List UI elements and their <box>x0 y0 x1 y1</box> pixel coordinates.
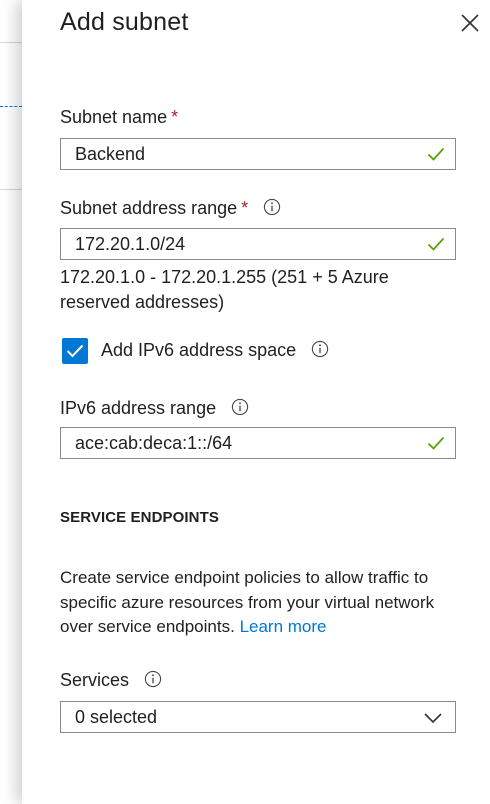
info-icon[interactable] <box>263 198 281 216</box>
checkmark-icon <box>427 237 445 251</box>
subnet-range-input[interactable]: 172.20.1.0/24 <box>60 228 456 260</box>
background-dashed-line <box>0 106 22 107</box>
close-button[interactable] <box>458 11 482 35</box>
ipv6-range-label-text: IPv6 address range <box>60 398 217 418</box>
ipv6-range-label: IPv6 address range <box>60 398 249 419</box>
subnet-name-input[interactable]: Backend <box>60 138 456 170</box>
checkmark-icon <box>66 344 84 358</box>
chevron-down-icon <box>424 713 442 724</box>
subnet-range-value: 172.20.1.0/24 <box>75 234 186 254</box>
info-icon[interactable] <box>231 398 249 416</box>
required-marker: * <box>241 198 249 218</box>
services-label: Services <box>60 670 162 691</box>
services-selected-value: 0 selected <box>75 707 158 727</box>
service-endpoints-description: Create service endpoint policies to allo… <box>60 566 470 640</box>
close-icon <box>461 14 479 32</box>
subnet-name-value: Backend <box>75 144 146 164</box>
services-dropdown[interactable]: 0 selected <box>60 701 456 733</box>
required-marker: * <box>171 107 179 127</box>
info-icon[interactable] <box>144 670 162 688</box>
background-divider <box>0 42 22 43</box>
panel-title: Add subnet <box>60 8 189 36</box>
add-ipv6-label: Add IPv6 address space <box>101 340 329 361</box>
services-label-text: Services <box>60 670 130 690</box>
info-icon[interactable] <box>311 340 329 358</box>
subnet-range-note: 172.20.1.0 - 172.20.1.255 (251 + 5 Azure… <box>60 267 389 312</box>
background-divider <box>0 189 22 190</box>
add-subnet-panel: Add subnet Subnet name * Backend Subnet a… <box>22 0 490 804</box>
subnet-name-label-text: Subnet name <box>60 107 168 127</box>
checkmark-icon <box>427 147 445 161</box>
subnet-name-label: Subnet name * <box>60 107 178 128</box>
ipv6-range-input[interactable]: ace:cab:deca:1::/64 <box>60 427 456 459</box>
ipv6-range-value: ace:cab:deca:1::/64 <box>75 433 233 453</box>
checkmark-icon <box>427 436 445 450</box>
add-ipv6-label-text: Add IPv6 address space <box>101 340 297 360</box>
subnet-range-label: Subnet address range * <box>60 198 281 219</box>
checkbox-checked[interactable] <box>62 338 88 364</box>
subnet-range-label-text: Subnet address range <box>60 198 238 218</box>
service-endpoints-heading: SERVICE ENDPOINTS <box>60 509 219 526</box>
learn-more-link[interactable]: Learn more <box>240 617 327 636</box>
background-blade <box>0 0 22 804</box>
